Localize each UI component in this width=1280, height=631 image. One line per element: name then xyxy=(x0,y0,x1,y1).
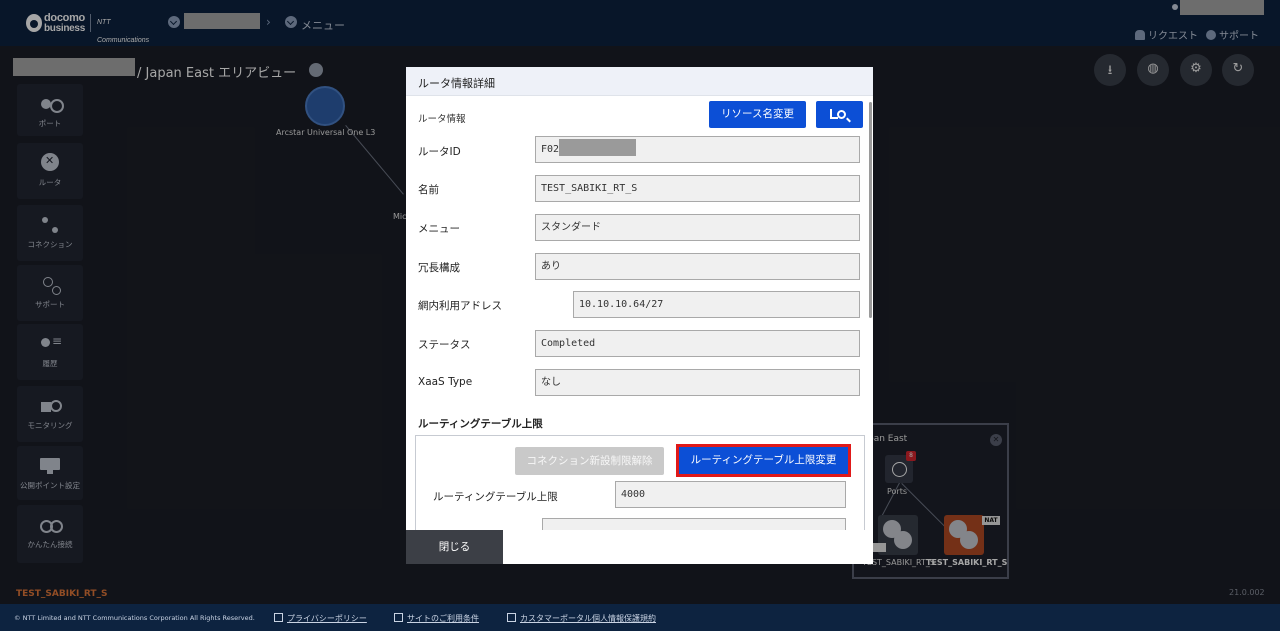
routing-table-panel: コネクション新設制限解除 ルーティングテーブル上限変更 ルーティングテーブル上限… xyxy=(415,435,865,530)
next-field xyxy=(542,518,846,530)
field-value: F02 xyxy=(541,144,560,155)
router-id-field: F02 xyxy=(535,136,860,163)
field-label: 冗長構成 xyxy=(418,262,460,274)
field-label: 網内利用アドレス xyxy=(418,300,502,312)
scrollbar[interactable] xyxy=(869,102,872,318)
field-label: ルータID xyxy=(418,146,461,158)
copyright: © NTT Limited and NTT Communications Cor… xyxy=(14,614,255,622)
internal-address-field: 10.10.10.64/27 xyxy=(573,291,860,318)
redundancy-field: あり xyxy=(535,253,860,280)
privacy-policy-link[interactable]: プライバシーポリシー xyxy=(274,613,367,624)
routing-limit-field: 4000 xyxy=(615,481,846,508)
field-label: 名前 xyxy=(418,184,439,196)
menu-field: スタンダード xyxy=(535,214,860,241)
modal-title: ルータ情報詳細 xyxy=(418,77,495,90)
personal-info-policy-link[interactable]: カスタマーポータル個人情報保護規約 xyxy=(507,613,656,624)
field-label: メニュー xyxy=(418,223,460,235)
modal-body[interactable]: ルータ情報 リソース名変更 ルータID F02 名前 TEST_SABIKI_R… xyxy=(406,96,873,530)
modal-header: ルータ情報詳細 xyxy=(406,67,873,96)
release-connection-limit-button[interactable]: コネクション新設制限解除 xyxy=(515,447,664,475)
name-field: TEST_SABIKI_RT_S xyxy=(535,175,860,202)
change-routing-limit-button[interactable]: ルーティングテーブル上限変更 xyxy=(676,444,851,477)
routing-table-heading: ルーティングテーブル上限 xyxy=(418,418,543,430)
footer: © NTT Limited and NTT Communications Cor… xyxy=(0,604,1280,631)
close-button[interactable]: 閉じる xyxy=(406,530,503,564)
router-info-label: ルータ情報 xyxy=(418,114,466,125)
router-id-redacted xyxy=(559,139,637,156)
field-label: XaaS Type xyxy=(418,376,473,388)
modal-footer: 閉じる xyxy=(406,530,873,564)
rename-resource-button[interactable]: リソース名変更 xyxy=(709,101,806,128)
routing-limit-label: ルーティングテーブル上限 xyxy=(433,491,558,503)
field-label: ステータス xyxy=(418,339,471,351)
search-icon xyxy=(837,110,846,119)
status-field: Completed xyxy=(535,330,860,357)
monitoring-button[interactable] xyxy=(816,101,863,128)
router-detail-modal: ルータ情報詳細 ルータ情報 リソース名変更 ルータID F02 名前 TEST_… xyxy=(406,67,873,564)
terms-link[interactable]: サイトのご利用条件 xyxy=(394,613,479,624)
xaas-type-field: なし xyxy=(535,369,860,396)
